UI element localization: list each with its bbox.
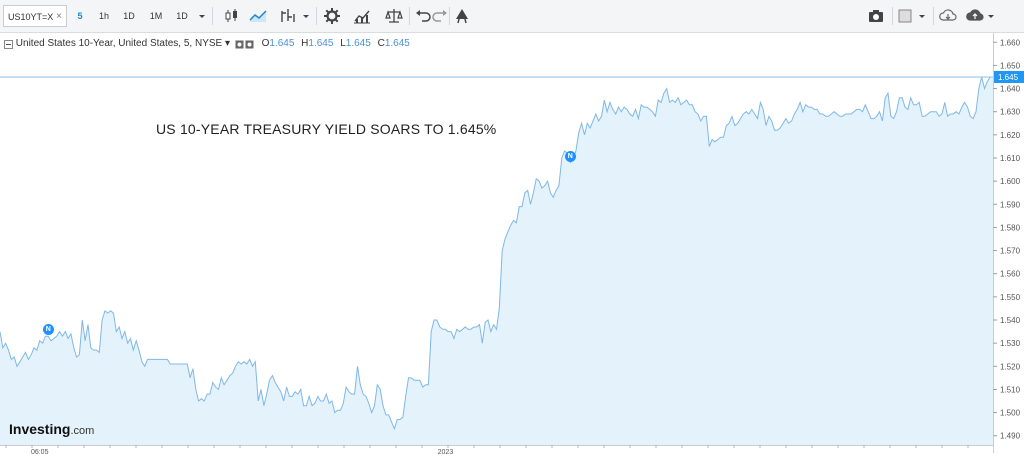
brand-name: Investing [9,421,71,437]
y-tick-label: 1.530 [1000,339,1021,348]
interval-button-custom[interactable]: 1D [171,5,193,27]
investing-logo: Investing.com [9,421,94,437]
cloud-upload-icon[interactable] [964,5,986,27]
y-tick-label: 1.660 [1000,38,1021,47]
y-tick-label: 1.590 [1000,200,1021,209]
toolbar-divider [933,7,934,25]
candlestick-chart-icon[interactable] [221,5,243,27]
toolbar-divider [212,7,213,25]
y-tick-label: 1.520 [1000,362,1021,371]
y-tick-label: 1.580 [1000,223,1021,232]
close-value: 1.645 [384,38,410,49]
y-axis: 1.490 1.500 1.510 1.520 1.530 1.540 1.550 1.560… [993,33,1024,453]
interval-button-1h[interactable]: 1h [93,5,115,27]
symbol-text: US10YT=X [8,12,54,22]
y-tick-label: 1.650 [1000,61,1021,70]
plot-area [0,76,993,445]
camera-icon[interactable] [865,5,887,27]
y-tick-label: 1.490 [1000,432,1021,441]
eye-icon[interactable] [235,40,255,49]
symbol-input[interactable]: US10YT=X × [3,5,67,27]
price-chart[interactable]: 1.490 1.500 1.510 1.520 1.530 1.540 1.550 1.560… [0,33,1024,454]
clear-symbol-icon[interactable]: × [56,6,62,28]
x-tick-label: 2023 [438,449,454,454]
collapse-legend-icon[interactable] [4,39,13,49]
indicators-icon[interactable] [277,5,299,27]
interval-dropdown-icon[interactable] [195,5,209,27]
toolbar-divider [892,7,893,25]
x-tick-label: 06:05 [31,449,49,454]
chart-legend: United States 10-Year, United States, 5,… [4,37,410,51]
y-tick-label: 1.550 [1000,293,1021,302]
area-chart-icon[interactable] [247,5,269,27]
cloud-dropdown-icon[interactable] [984,5,998,27]
news-marker-icon[interactable]: N [42,324,54,336]
toolbar-divider [316,7,317,25]
cloud-download-icon[interactable] [937,5,959,27]
y-tick-label: 1.540 [1000,316,1021,325]
alert-bell-icon[interactable] [451,5,473,27]
y-tick-label: 1.610 [1000,154,1021,163]
series-title[interactable]: United States 10-Year, United States, 5,… [16,38,222,49]
brand-domain: .com [70,425,95,437]
series-dropdown-icon[interactable]: ▾ [225,38,230,49]
y-tick-label: 1.640 [1000,85,1021,94]
interval-button-1m[interactable]: 1M [145,5,167,27]
interval-button-5[interactable]: 5 [69,5,91,27]
chart-toolbar: US10YT=X × 5 1h 1D 1M 1D [0,0,1024,33]
close-key: C [377,38,385,49]
y-tick-label: 1.570 [1000,247,1021,256]
y-tick-label: 1.630 [1000,108,1021,117]
high-value: 1.645 [308,38,334,49]
y-tick-label: 1.600 [1000,177,1021,186]
layout-dropdown-icon[interactable] [915,5,929,27]
y-tick-label: 1.560 [1000,270,1021,279]
fullscreen-icon[interactable] [894,5,916,27]
compare-chart-icon[interactable] [351,5,373,27]
last-price-label: 1.645 [998,73,1019,82]
news-marker-icon[interactable]: N [564,150,576,162]
low-value: 1.645 [345,38,371,49]
interval-button-1d[interactable]: 1D [118,5,140,27]
y-tick-label: 1.500 [1000,409,1021,418]
y-tick-label: 1.620 [1000,131,1021,140]
x-axis: 06:05 2023 [0,445,993,454]
balance-scale-icon[interactable] [383,5,405,27]
toolbar-divider [449,7,450,25]
redo-icon[interactable] [429,5,451,27]
area-fill [0,77,993,445]
indicators-dropdown-icon[interactable] [299,5,313,27]
gear-icon[interactable] [321,5,343,27]
toolbar-divider [409,7,410,25]
open-value: 1.645 [269,38,295,49]
y-tick-label: 1.510 [1000,385,1021,394]
chart-headline: US 10-YEAR TREASURY YIELD SOARS TO 1.645… [156,121,497,137]
